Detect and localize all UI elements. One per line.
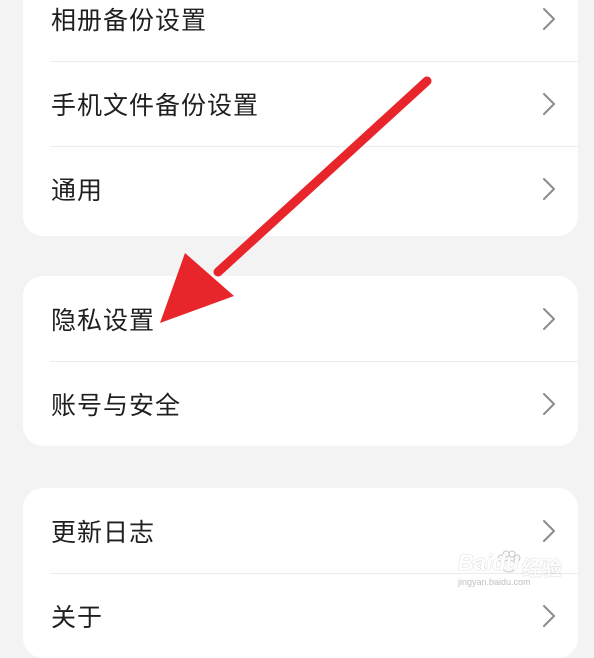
watermark-url: jingyan.baidu.com <box>458 577 531 587</box>
chevron-right-icon <box>543 392 555 415</box>
chevron-right-icon <box>543 177 555 200</box>
settings-item-label: 账号与安全 <box>51 390 182 420</box>
chevron-right-icon <box>543 519 555 542</box>
chevron-right-icon <box>543 604 555 627</box>
settings-item-label: 手机文件备份设置 <box>51 90 260 120</box>
settings-item-privacy[interactable]: 隐私设置 <box>23 276 578 361</box>
settings-item-label: 通用 <box>51 175 104 205</box>
watermark-brand: Baidu <box>458 550 520 575</box>
chevron-right-icon <box>543 307 555 330</box>
settings-item-account-security[interactable]: 账号与安全 <box>23 361 578 446</box>
settings-item-label: 更新日志 <box>51 517 156 547</box>
settings-item-album-backup[interactable]: 相册备份设置 <box>23 0 578 61</box>
settings-group-account: 隐私设置 账号与安全 <box>23 276 578 446</box>
settings-group-backup: 相册备份设置 手机文件备份设置 通用 <box>23 0 578 236</box>
settings-item-label: 相册备份设置 <box>51 5 208 35</box>
baidu-jingyan-watermark: Baidu 经验 jingyan.baidu.com <box>458 548 570 590</box>
settings-item-label: 关于 <box>51 602 104 632</box>
settings-item-label: 隐私设置 <box>51 305 156 335</box>
settings-item-general[interactable]: 通用 <box>23 146 578 231</box>
settings-item-phone-file-backup[interactable]: 手机文件备份设置 <box>23 61 578 146</box>
chevron-right-icon <box>543 7 555 30</box>
chevron-right-icon <box>543 92 555 115</box>
